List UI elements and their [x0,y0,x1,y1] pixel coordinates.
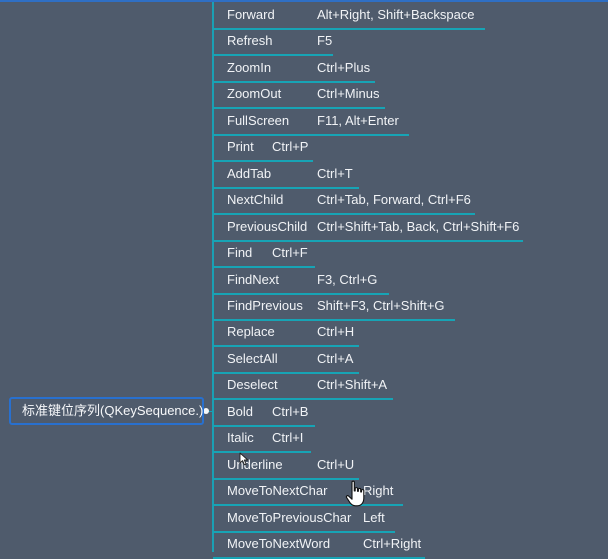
shortcut-keys: Ctrl+Plus [317,59,371,75]
pointer-cursor-icon [239,452,249,466]
shortcut-name: Print [227,139,254,155]
shortcut-name: Replace [227,324,275,340]
shortcut-keys: Ctrl+Shift+A [317,377,388,393]
shortcut-item-forward[interactable]: Forward Alt+Right, Shift+Backspace [213,4,485,30]
shortcut-item-refresh[interactable]: Refresh F5 [213,30,333,57]
shortcut-item-deselect[interactable]: Deselect Ctrl+Shift+A [213,374,393,401]
shortcut-keys: Alt+Right, Shift+Backspace [317,7,475,22]
hand-cursor-icon [345,480,365,507]
shortcut-keys: Left [363,509,385,525]
shortcut-name: FindPrevious [227,297,303,313]
shortcut-keys: Ctrl+I [272,430,304,446]
shortcut-name: Deselect [227,377,278,393]
shortcut-keys: Ctrl+Shift+Tab, Back, Ctrl+Shift+F6 [317,218,520,234]
shortcut-item-print[interactable]: Print Ctrl+P [213,136,313,163]
shortcut-item-bold[interactable]: Bold Ctrl+B [213,401,315,427]
shortcut-item-movetonextchar[interactable]: MoveToNextChar Right [213,480,403,507]
shortcut-item-replace[interactable]: Replace Ctrl+H [213,321,359,348]
shortcut-item-zoomin[interactable]: ZoomIn Ctrl+Plus [213,57,375,83]
shortcut-item-fullscreen[interactable]: FullScreen F11, Alt+Enter [213,110,409,136]
shortcut-keys: Ctrl+U [317,456,355,472]
shortcut-name: MoveToNextChar [227,483,328,499]
shortcut-item-underline[interactable]: Underline Ctrl+U [213,454,359,480]
shortcut-name: MoveToNextWord [227,536,331,551]
shortcut-name: ZoomIn [227,59,272,75]
shortcut-name: AddTab [227,165,272,181]
shortcut-keys: Ctrl+Right [363,536,422,551]
shortcut-item-selectall[interactable]: SelectAll Ctrl+A [213,348,359,374]
shortcut-item-movetonextword[interactable]: MoveToNextWord Ctrl+Right [213,533,425,559]
shortcut-item-nextchild[interactable]: NextChild Ctrl+Tab, Forward, Ctrl+F6 [213,189,475,216]
shortcut-item-italic[interactable]: Italic Ctrl+I [213,427,311,454]
shortcut-item-addtab[interactable]: AddTab Ctrl+T [213,163,359,189]
shortcut-name: NextChild [227,192,284,208]
shortcut-keys: Ctrl+P [272,139,309,155]
shortcut-topic-list: Forward Alt+Right, Shift+Backspace Refresh… [0,0,608,559]
shortcut-keys: Ctrl+F [272,245,308,261]
shortcut-name: MoveToPreviousChar [227,509,352,525]
shortcut-name: Forward [227,7,275,22]
shortcut-name: ZoomOut [227,86,282,102]
shortcut-name: Bold [227,403,254,419]
shortcut-name: SelectAll [227,350,278,366]
shortcut-item-zoomout[interactable]: ZoomOut Ctrl+Minus [213,83,385,110]
shortcut-keys: F5 [317,33,333,49]
shortcut-keys: Ctrl+Minus [317,86,380,102]
shortcut-keys: Ctrl+H [317,324,355,340]
shortcut-name: PreviousChild [227,218,308,234]
shortcut-name: Underline [227,456,283,472]
shortcut-keys: Ctrl+Tab, Forward, Ctrl+F6 [317,192,471,208]
shortcut-keys: F11, Alt+Enter [317,112,399,128]
shortcut-name: Italic [227,430,254,446]
shortcut-name: FindNext [227,271,280,287]
shortcut-item-findnext[interactable]: FindNext F3, Ctrl+G [213,269,389,295]
shortcut-keys: Ctrl+A [317,350,354,366]
shortcut-keys: Ctrl+B [272,403,309,419]
shortcut-keys: Right [363,483,394,499]
shortcut-keys: Ctrl+T [317,165,353,181]
shortcut-name: Find [227,245,253,261]
shortcut-name: FullScreen [227,112,290,128]
shortcut-keys: Shift+F3, Ctrl+Shift+G [317,297,445,313]
shortcut-item-findprevious[interactable]: FindPrevious Shift+F3, Ctrl+Shift+G [213,295,455,321]
shortcut-item-find[interactable]: Find Ctrl+F [213,242,315,269]
shortcut-keys: F3, Ctrl+G [317,271,378,287]
shortcut-item-movetopreviouschar[interactable]: MoveToPreviousChar Left [213,507,395,533]
shortcut-item-previouschild[interactable]: PreviousChild Ctrl+Shift+Tab, Back, Ctrl+… [213,216,523,242]
shortcut-name: Refresh [227,33,273,49]
